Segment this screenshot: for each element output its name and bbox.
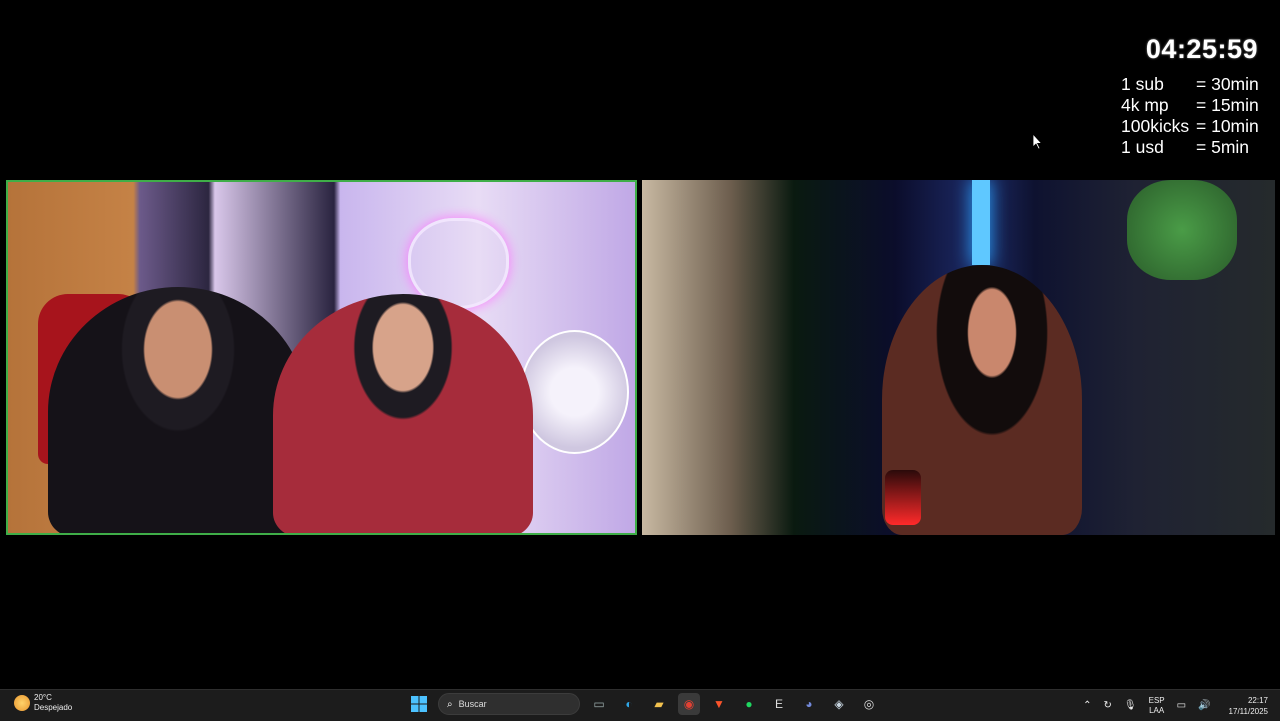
rate-row: 4k mp = 15min	[1121, 95, 1259, 116]
taskbar-apps: ⌕ Buscar ▭ ◐ ▰ ◉ ▼ ● E ◕ ◈ ◎	[408, 693, 880, 715]
rate-value: = 15min	[1196, 95, 1259, 115]
rate-value: = 30min	[1196, 74, 1259, 94]
subathon-rates: 1 sub = 30min 4k mp = 15min 100kicks = 1…	[1121, 74, 1259, 158]
brave-icon[interactable]: ▼	[708, 693, 730, 715]
spotify-icon[interactable]: ●	[738, 693, 760, 715]
chevron-up-icon[interactable]: ⌃	[1083, 700, 1091, 711]
task-view-icon[interactable]: ▭	[588, 693, 610, 715]
language-top: ESP	[1148, 695, 1165, 705]
system-tray: ⌃ ↻ 🎙 ESP LAA ▭ 🔊 22:17 17/11/2025	[1077, 690, 1280, 721]
rate-value: = 5min	[1196, 137, 1250, 157]
folder-icon[interactable]: ▰	[648, 693, 670, 715]
rate-key: 1 sub	[1121, 74, 1164, 94]
blue-led-strip	[972, 180, 990, 265]
search-placeholder: Buscar	[458, 699, 487, 709]
red-microphone	[885, 470, 921, 525]
rate-key: 1 usd	[1121, 137, 1164, 157]
discord-icon[interactable]: ◕	[798, 693, 820, 715]
person-left	[48, 287, 308, 533]
rate-row: 1 usd = 5min	[1121, 137, 1259, 158]
green-teddy-bear	[1127, 180, 1237, 280]
chrome-icon[interactable]: ◉	[678, 693, 700, 715]
person-right	[273, 294, 533, 533]
steam-icon[interactable]: ◈	[828, 693, 850, 715]
rate-row: 100kicks = 10min	[1121, 116, 1259, 137]
rate-key: 4k mp	[1121, 95, 1169, 115]
desk-fan	[520, 330, 629, 454]
weather-temp: 20°C	[34, 693, 52, 702]
mouse-cursor-icon	[1033, 134, 1043, 150]
taskbar-search-input[interactable]: ⌕ Buscar	[438, 693, 580, 715]
stream-timer: 04:25:59	[1145, 34, 1258, 64]
webcam-feed-left	[6, 180, 637, 535]
display-icon[interactable]: ▭	[1177, 700, 1186, 711]
windows-start-icon[interactable]	[408, 693, 430, 715]
search-icon: ⌕	[447, 698, 453, 710]
taskbar-clock[interactable]: 22:17 17/11/2025	[1229, 695, 1268, 717]
microphone-icon[interactable]: 🎙	[1124, 700, 1137, 711]
clock-time: 22:17	[1247, 695, 1268, 705]
sync-icon[interactable]: ↻	[1104, 700, 1112, 711]
weather-condition: Despejado	[34, 703, 73, 712]
windows-taskbar: 20°C Despejado ⌕ Buscar ▭ ◐ ▰ ◉ ▼ ● E ◕ ◈ ◎ ⌃ ↻ 🎙…	[0, 689, 1280, 721]
webcam-feed-right	[642, 180, 1275, 535]
rate-row: 1 sub = 30min	[1121, 74, 1259, 95]
rate-value: = 10min	[1196, 116, 1259, 136]
weather-widget[interactable]: 20°C Despejado	[14, 693, 72, 713]
volume-icon[interactable]: 🔊	[1198, 700, 1210, 711]
epic-games-icon[interactable]: E	[768, 693, 790, 715]
obs-icon[interactable]: ◎	[858, 693, 880, 715]
pinned-apps: ▭ ◐ ▰ ◉ ▼ ● E ◕ ◈ ◎	[588, 693, 880, 715]
weather-sun-icon	[14, 695, 30, 711]
language-indicator[interactable]: ESP LAA	[1149, 696, 1165, 716]
clock-date: 17/11/2025	[1228, 706, 1268, 716]
rate-key: 100kicks	[1121, 116, 1190, 136]
edge-icon[interactable]: ◐	[618, 693, 640, 715]
language-bottom: LAA	[1149, 705, 1165, 715]
